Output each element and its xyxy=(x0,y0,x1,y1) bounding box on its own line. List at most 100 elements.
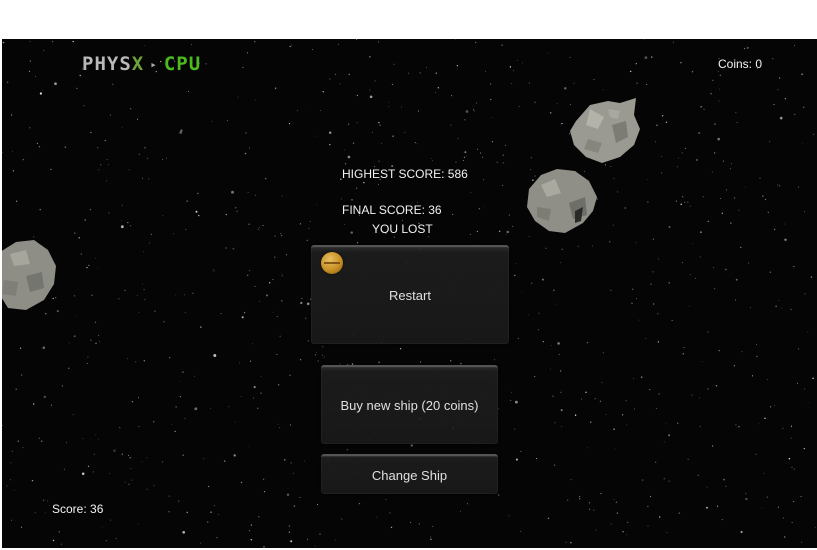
star xyxy=(520,531,522,532)
star xyxy=(290,540,293,543)
star xyxy=(764,417,766,419)
star xyxy=(352,142,355,144)
star xyxy=(784,238,787,241)
star xyxy=(131,400,134,403)
star xyxy=(174,430,176,432)
star xyxy=(369,95,373,99)
star xyxy=(700,106,702,108)
star xyxy=(755,453,757,455)
star xyxy=(779,116,783,120)
star xyxy=(175,406,177,408)
star xyxy=(81,472,85,475)
star xyxy=(614,448,616,450)
star xyxy=(319,533,321,535)
star xyxy=(87,465,90,467)
star xyxy=(502,162,505,164)
star xyxy=(72,414,74,416)
star xyxy=(404,132,406,133)
star xyxy=(50,168,52,170)
star xyxy=(248,223,250,225)
star xyxy=(146,488,148,490)
star xyxy=(712,79,714,82)
star xyxy=(632,288,634,290)
star xyxy=(166,157,167,159)
star xyxy=(490,98,492,101)
star xyxy=(482,156,484,158)
star xyxy=(281,273,283,275)
star xyxy=(706,486,708,488)
buy-ship-button[interactable]: Buy new ship (20 coins) xyxy=(321,365,498,444)
star xyxy=(15,388,17,390)
star xyxy=(288,525,290,527)
star xyxy=(28,70,31,73)
star xyxy=(781,307,783,309)
restart-button[interactable]: Restart xyxy=(311,245,509,344)
star xyxy=(288,531,291,533)
star xyxy=(73,295,76,297)
star xyxy=(94,434,96,436)
star xyxy=(220,313,222,314)
star xyxy=(182,530,186,534)
star xyxy=(687,201,689,203)
star xyxy=(211,120,213,122)
star xyxy=(90,339,92,341)
star xyxy=(254,40,256,43)
star xyxy=(143,288,145,291)
star xyxy=(744,186,746,188)
star xyxy=(279,427,281,429)
star xyxy=(518,106,520,108)
star xyxy=(290,44,292,46)
star xyxy=(417,110,419,112)
star xyxy=(420,361,422,363)
star xyxy=(102,526,103,528)
star xyxy=(466,503,468,505)
star xyxy=(272,311,274,313)
star xyxy=(340,198,342,200)
star xyxy=(2,152,3,153)
star xyxy=(93,453,95,455)
star xyxy=(643,39,645,40)
star xyxy=(68,342,70,344)
star xyxy=(162,215,164,217)
star xyxy=(570,541,572,544)
star xyxy=(289,45,291,48)
star xyxy=(52,539,55,542)
star xyxy=(777,506,779,508)
star xyxy=(807,331,809,333)
star xyxy=(223,460,226,462)
star xyxy=(358,502,361,505)
star xyxy=(241,316,244,319)
star xyxy=(567,499,569,501)
star xyxy=(733,365,736,367)
star xyxy=(560,370,562,372)
star xyxy=(473,110,476,112)
star xyxy=(745,493,747,495)
star xyxy=(599,400,602,402)
star xyxy=(502,184,504,186)
star xyxy=(29,127,31,129)
star xyxy=(248,529,251,532)
star xyxy=(112,83,114,85)
star xyxy=(655,407,657,410)
star xyxy=(428,236,430,238)
star xyxy=(54,82,57,86)
star xyxy=(6,81,9,83)
star xyxy=(797,382,799,384)
star xyxy=(175,294,177,296)
star xyxy=(480,152,482,154)
star xyxy=(722,160,724,162)
star xyxy=(378,361,380,364)
change-ship-button[interactable]: Change Ship xyxy=(321,454,498,494)
star xyxy=(475,41,477,43)
star xyxy=(554,464,556,466)
game-viewport[interactable]: PHYSX ▸ CPU Coins: 0 Score: 36 HIGHEST SCO… xyxy=(2,39,817,548)
star xyxy=(184,417,186,419)
star xyxy=(106,180,108,182)
star xyxy=(247,192,249,193)
star xyxy=(791,522,793,524)
star xyxy=(195,210,198,213)
star xyxy=(286,493,290,496)
star xyxy=(12,170,15,172)
star xyxy=(12,150,14,152)
star xyxy=(216,536,218,539)
